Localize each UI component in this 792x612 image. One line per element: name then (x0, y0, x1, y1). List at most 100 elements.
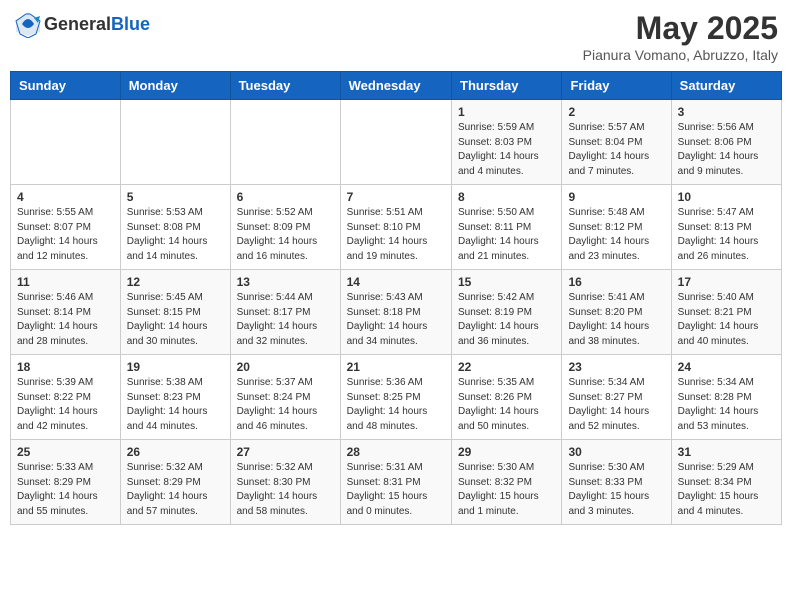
day-number: 2 (568, 105, 664, 119)
day-info: Sunrise: 5:56 AM Sunset: 8:06 PM Dayligh… (678, 121, 775, 179)
day-number: 8 (458, 190, 555, 204)
day-info: Sunrise: 5:41 AM Sunset: 8:20 PM Dayligh… (568, 291, 664, 349)
day-number: 27 (237, 445, 334, 459)
day-number: 20 (237, 360, 334, 374)
day-number: 11 (17, 275, 114, 289)
weekday-header-saturday: Saturday (671, 72, 781, 100)
day-number: 9 (568, 190, 664, 204)
day-number: 1 (458, 105, 555, 119)
calendar-cell (230, 100, 340, 185)
day-number: 16 (568, 275, 664, 289)
weekday-header-wednesday: Wednesday (340, 72, 451, 100)
day-number: 23 (568, 360, 664, 374)
day-info: Sunrise: 5:48 AM Sunset: 8:12 PM Dayligh… (568, 206, 664, 264)
day-number: 15 (458, 275, 555, 289)
logo-text-blue: Blue (111, 14, 150, 34)
day-number: 28 (347, 445, 445, 459)
month-title: May 2025 (583, 10, 778, 47)
day-number: 4 (17, 190, 114, 204)
calendar-body: 1 Sunrise: 5:59 AM Sunset: 8:03 PM Daylig… (11, 100, 782, 525)
calendar-cell: 30Sunrise: 5:30 AM Sunset: 8:33 PM Dayli… (562, 440, 671, 525)
day-number: 17 (678, 275, 775, 289)
week-row-3: 11 Sunrise: 5:46 AM Sunset: 8:14 PM Dayli… (11, 270, 782, 355)
calendar-cell: 7Sunrise: 5:51 AM Sunset: 8:10 PM Daylig… (340, 185, 451, 270)
day-info: Sunrise: 5:47 AM Sunset: 8:13 PM Dayligh… (678, 206, 775, 264)
calendar-cell: 2Sunrise: 5:57 AM Sunset: 8:04 PM Daylig… (562, 100, 671, 185)
day-number: 14 (347, 275, 445, 289)
day-info: Sunrise: 5:35 AM Sunset: 8:26 PM Dayligh… (458, 376, 555, 434)
day-number: 19 (127, 360, 224, 374)
day-info: Sunrise: 5:34 AM Sunset: 8:27 PM Dayligh… (568, 376, 664, 434)
calendar-cell: 14 Sunrise: 5:43 AM Sunset: 8:18 PM Dayli… (340, 270, 451, 355)
header: GeneralBlue May 2025 Pianura Vomano, Abr… (10, 10, 782, 63)
week-row-5: 25Sunrise: 5:33 AM Sunset: 8:29 PM Dayli… (11, 440, 782, 525)
day-number: 26 (127, 445, 224, 459)
day-info: Sunrise: 5:40 AM Sunset: 8:21 PM Dayligh… (678, 291, 775, 349)
calendar-cell: 3 Sunrise: 5:56 AM Sunset: 8:06 PM Daylig… (671, 100, 781, 185)
calendar-table: SundayMondayTuesdayWednesdayThursdayFrid… (10, 71, 782, 525)
calendar-cell: 13Sunrise: 5:44 AM Sunset: 8:17 PM Dayli… (230, 270, 340, 355)
weekday-header-sunday: Sunday (11, 72, 121, 100)
calendar-cell: 29 Sunrise: 5:30 AM Sunset: 8:32 PM Dayli… (452, 440, 562, 525)
day-number: 30 (568, 445, 664, 459)
day-number: 21 (347, 360, 445, 374)
day-info: Sunrise: 5:43 AM Sunset: 8:18 PM Dayligh… (347, 291, 445, 349)
logo: GeneralBlue (14, 10, 150, 38)
day-number: 10 (678, 190, 775, 204)
calendar-cell: 16 Sunrise: 5:41 AM Sunset: 8:20 PM Dayli… (562, 270, 671, 355)
day-info: Sunrise: 5:34 AM Sunset: 8:28 PM Dayligh… (678, 376, 775, 434)
calendar-cell: 31 Sunrise: 5:29 AM Sunset: 8:34 PM Dayli… (671, 440, 781, 525)
calendar-cell: 6 Sunrise: 5:52 AM Sunset: 8:09 PM Daylig… (230, 185, 340, 270)
calendar-cell: 22 Sunrise: 5:35 AM Sunset: 8:26 PM Dayli… (452, 355, 562, 440)
day-number: 3 (678, 105, 775, 119)
day-info: Sunrise: 5:31 AM Sunset: 8:31 PM Dayligh… (347, 461, 445, 519)
calendar-cell: 25Sunrise: 5:33 AM Sunset: 8:29 PM Dayli… (11, 440, 121, 525)
calendar-cell: 12Sunrise: 5:45 AM Sunset: 8:15 PM Dayli… (120, 270, 230, 355)
calendar-cell: 24 Sunrise: 5:34 AM Sunset: 8:28 PM Dayli… (671, 355, 781, 440)
weekday-header-friday: Friday (562, 72, 671, 100)
calendar-cell: 15 Sunrise: 5:42 AM Sunset: 8:19 PM Dayli… (452, 270, 562, 355)
day-number: 22 (458, 360, 555, 374)
day-info: Sunrise: 5:36 AM Sunset: 8:25 PM Dayligh… (347, 376, 445, 434)
calendar-cell: 8 Sunrise: 5:50 AM Sunset: 8:11 PM Daylig… (452, 185, 562, 270)
day-number: 5 (127, 190, 224, 204)
day-info: Sunrise: 5:32 AM Sunset: 8:29 PM Dayligh… (127, 461, 224, 519)
title-area: May 2025 Pianura Vomano, Abruzzo, Italy (583, 10, 778, 63)
day-info: Sunrise: 5:59 AM Sunset: 8:03 PM Dayligh… (458, 121, 555, 179)
day-info: Sunrise: 5:32 AM Sunset: 8:30 PM Dayligh… (237, 461, 334, 519)
day-info: Sunrise: 5:29 AM Sunset: 8:34 PM Dayligh… (678, 461, 775, 519)
calendar-cell: 11 Sunrise: 5:46 AM Sunset: 8:14 PM Dayli… (11, 270, 121, 355)
week-row-4: 18Sunrise: 5:39 AM Sunset: 8:22 PM Dayli… (11, 355, 782, 440)
day-number: 18 (17, 360, 114, 374)
weekday-header-thursday: Thursday (452, 72, 562, 100)
calendar-cell: 9 Sunrise: 5:48 AM Sunset: 8:12 PM Daylig… (562, 185, 671, 270)
location-title: Pianura Vomano, Abruzzo, Italy (583, 47, 778, 63)
weekday-header-row: SundayMondayTuesdayWednesdayThursdayFrid… (11, 72, 782, 100)
day-number: 6 (237, 190, 334, 204)
calendar-cell: 5Sunrise: 5:53 AM Sunset: 8:08 PM Daylig… (120, 185, 230, 270)
day-info: Sunrise: 5:38 AM Sunset: 8:23 PM Dayligh… (127, 376, 224, 434)
day-number: 29 (458, 445, 555, 459)
day-number: 7 (347, 190, 445, 204)
day-info: Sunrise: 5:30 AM Sunset: 8:32 PM Dayligh… (458, 461, 555, 519)
logo-icon (14, 10, 42, 38)
day-info: Sunrise: 5:52 AM Sunset: 8:09 PM Dayligh… (237, 206, 334, 264)
day-info: Sunrise: 5:44 AM Sunset: 8:17 PM Dayligh… (237, 291, 334, 349)
week-row-1: 1 Sunrise: 5:59 AM Sunset: 8:03 PM Daylig… (11, 100, 782, 185)
weekday-header-tuesday: Tuesday (230, 72, 340, 100)
calendar-cell: 17 Sunrise: 5:40 AM Sunset: 8:21 PM Dayli… (671, 270, 781, 355)
calendar-cell: 21 Sunrise: 5:36 AM Sunset: 8:25 PM Dayli… (340, 355, 451, 440)
calendar-cell: 18Sunrise: 5:39 AM Sunset: 8:22 PM Dayli… (11, 355, 121, 440)
day-number: 24 (678, 360, 775, 374)
day-info: Sunrise: 5:46 AM Sunset: 8:14 PM Dayligh… (17, 291, 114, 349)
day-number: 25 (17, 445, 114, 459)
calendar-cell: 10 Sunrise: 5:47 AM Sunset: 8:13 PM Dayli… (671, 185, 781, 270)
day-info: Sunrise: 5:50 AM Sunset: 8:11 PM Dayligh… (458, 206, 555, 264)
calendar-cell (340, 100, 451, 185)
day-number: 31 (678, 445, 775, 459)
day-info: Sunrise: 5:45 AM Sunset: 8:15 PM Dayligh… (127, 291, 224, 349)
week-row-2: 4Sunrise: 5:55 AM Sunset: 8:07 PM Daylig… (11, 185, 782, 270)
calendar-cell: 19 Sunrise: 5:38 AM Sunset: 8:23 PM Dayli… (120, 355, 230, 440)
calendar-cell: 28 Sunrise: 5:31 AM Sunset: 8:31 PM Dayli… (340, 440, 451, 525)
day-info: Sunrise: 5:42 AM Sunset: 8:19 PM Dayligh… (458, 291, 555, 349)
